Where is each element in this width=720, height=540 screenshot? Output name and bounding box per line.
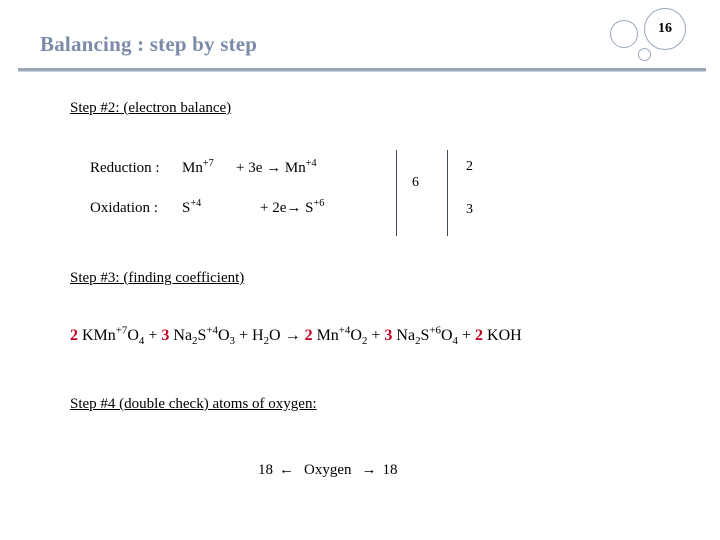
oxidation-electrons: + 2e <box>260 200 287 216</box>
electron-balance-divider-right <box>447 150 448 236</box>
reduction-factor-value: 2 <box>466 159 473 174</box>
coefficient-kmno4: 2 <box>70 327 78 344</box>
coefficient-na2so4: 3 <box>384 327 393 344</box>
oxidation-factor-value: 3 <box>466 202 473 217</box>
plus-sign-1: + <box>148 327 158 344</box>
step-4-heading: Step #4 (double check) atoms of oxygen: <box>70 396 317 412</box>
term-h2o-symbol: H <box>252 327 264 344</box>
reduction-electrons: + 3e <box>236 160 263 176</box>
oxygen-label: Oxygen <box>304 462 352 478</box>
electron-lcm-value: 6 <box>412 175 419 190</box>
oxygen-count-left: 18 <box>258 462 273 478</box>
coefficient-na2so3: 3 <box>161 327 170 344</box>
term-kmno4: KMn+7O4 <box>82 324 145 348</box>
slide-number: 16 <box>658 21 672 36</box>
step-2-heading: Step #2: (electron balance) <box>70 100 232 116</box>
term-na2so4-charge: +6 <box>429 324 441 337</box>
reduction-product-charge: +4 <box>305 158 317 169</box>
right-arrow-icon: → <box>361 462 377 478</box>
step-3-heading: Step #3: (finding coefficient) <box>70 270 245 286</box>
reduction-half-reaction: Reduction : Mn+7 + 3e → Mn+4 <box>90 158 317 177</box>
term-kmno4-charge: +7 <box>115 324 128 337</box>
oxidation-arrow-icon: → <box>286 200 302 216</box>
plus-sign-3: + <box>371 327 381 344</box>
equation-arrow-icon: → <box>284 327 301 344</box>
reduction-arrow-icon: → <box>266 160 282 176</box>
term-na2so3-charge: +4 <box>206 324 218 337</box>
oxygen-atom-check: 18 ← Oxygen → 18 <box>258 462 398 479</box>
term-na2so4-symbol: Na <box>396 327 416 344</box>
coefficient-mno2: 2 <box>304 327 313 344</box>
term-mno2-tail: O <box>350 327 362 344</box>
term-na2so3-tail-sub: 3 <box>229 335 235 348</box>
term-na2so4: Na2S+6O4 <box>396 324 458 348</box>
term-mno2-symbol: Mn <box>316 327 339 344</box>
plus-sign-2: + <box>238 327 248 344</box>
oxidation-half-reaction: Oxidation : S+4 + 2e→ S+6 <box>90 198 325 217</box>
coefficient-koh: 2 <box>475 327 484 344</box>
oxidation-reactant-charge: +4 <box>190 198 202 209</box>
reduction-product: Mn+4 <box>284 158 317 176</box>
term-h2o: H2O <box>252 327 281 347</box>
term-mno2-charge: +4 <box>338 324 351 337</box>
term-mno2: Mn+4O2 <box>316 324 368 348</box>
header-decoration: 16 <box>602 4 712 66</box>
title-divider-highlight <box>18 71 706 72</box>
balanced-equation: 2 KMn+7O4 + 3 Na2S+4O3 + H2O → 2 Mn+4O2 … <box>70 324 522 348</box>
term-na2so3: Na2S+4O3 <box>173 324 235 348</box>
term-na2so4-tail-sub: 4 <box>452 335 458 348</box>
page-title: Balancing : step by step <box>40 32 258 56</box>
reduction-reactant: Mn+7 <box>182 158 236 177</box>
oxidation-product-charge: +6 <box>313 198 325 209</box>
oxidation-product: S+6 <box>305 198 325 216</box>
oxidation-reactant: S+4 <box>182 198 260 217</box>
plus-sign-4: + <box>461 327 472 344</box>
oxygen-count-right: 18 <box>382 462 398 478</box>
left-arrow-icon: ← <box>279 462 294 478</box>
oxidation-label: Oxidation : <box>90 200 158 216</box>
term-kmno4-tail-sub: 4 <box>138 335 145 348</box>
term-kmno4-tail: O <box>127 327 139 344</box>
reduction-product-symbol: Mn <box>284 160 306 176</box>
reduction-label: Reduction : <box>90 160 160 176</box>
reduction-reactant-charge: +7 <box>202 158 214 169</box>
decorative-circle-medium-icon <box>610 20 638 48</box>
term-na2so3-symbol: Na <box>173 327 193 344</box>
term-mno2-tail-sub: 2 <box>361 335 368 348</box>
term-na2so3-tail: O <box>217 327 230 344</box>
term-na2so4-tail: O <box>440 327 453 344</box>
term-h2o-tail: O <box>269 327 281 344</box>
term-kmno4-symbol: KMn <box>82 327 116 344</box>
electron-balance-divider-left <box>396 150 397 236</box>
reduction-reactant-symbol: Mn <box>182 160 203 176</box>
term-koh: KOH <box>487 327 522 344</box>
